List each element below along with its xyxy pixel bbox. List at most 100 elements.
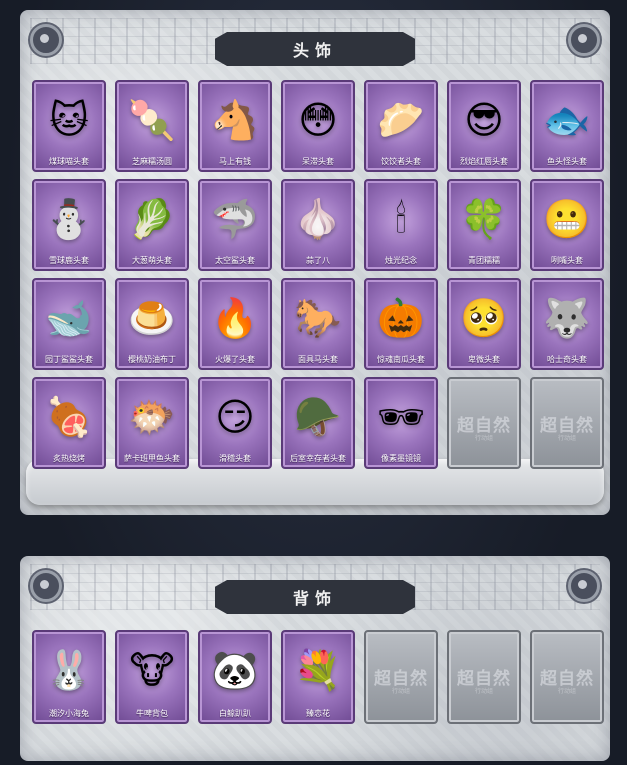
candle-icon: 🕯 [395, 197, 407, 241]
item-card[interactable]: 🦈 太空鲨头套 [198, 179, 272, 271]
item-card[interactable]: ⛄ 雪球鹿头套 [32, 179, 106, 271]
item-card[interactable]: 😏 滑稽头套 [198, 377, 272, 469]
item-label: 芝麻糯汤圆 [132, 157, 172, 166]
item-label: 饺饺者头套 [381, 157, 421, 166]
rice-ball-icon: 🍡 [128, 98, 176, 142]
smirk-face-icon: 😏 [215, 395, 255, 439]
garlic-icon: 🧄 [294, 197, 342, 241]
item-card[interactable]: 😬 咧嘴头套 [530, 179, 604, 271]
item-label: 马上有钱 [219, 157, 251, 166]
item-label: 园丁鲨鲨头套 [45, 355, 93, 364]
item-card[interactable]: 🎃 惊魂南瓜头套 [364, 278, 438, 370]
flower-ornament-icon: 💐 [294, 648, 342, 692]
item-card[interactable]: 🐋 园丁鲨鲨头套 [32, 278, 106, 370]
corner-ornament-icon [568, 570, 600, 602]
item-label: 白鲸趴趴 [219, 709, 251, 718]
item-card[interactable]: 🐺 哈士奇头套 [530, 278, 604, 370]
section-title: 头饰 [215, 32, 415, 66]
horse-mask-icon: 🐎 [294, 296, 342, 340]
item-card[interactable]: 🐎 面具马头套 [281, 278, 355, 370]
empty-slot: 超自然 行动组 [530, 377, 604, 469]
section-title: 背饰 [215, 580, 415, 614]
item-card[interactable]: 🍀 青团糯糯 [447, 179, 521, 271]
sacabambaspis-icon: 🐡 [128, 395, 176, 439]
watermark-sublogo: 行动组 [557, 688, 576, 695]
gray-cat-icon: 🐱 [49, 98, 89, 142]
item-label: 面具马头套 [298, 355, 338, 364]
item-card[interactable]: 🕯 烛光纪念 [364, 179, 438, 271]
item-card[interactable]: 🔥 火爆了头套 [198, 278, 272, 370]
watermark-sublogo: 行动组 [557, 435, 576, 442]
snowman-deer-icon: ⛄ [45, 197, 93, 241]
pumpkin-icon: 🎃 [377, 296, 425, 340]
item-card[interactable]: 🐼 白鲸趴趴 [198, 630, 272, 724]
item-label: 炙热烧烤 [53, 454, 85, 463]
pink-horse-icon: 🐴 [211, 98, 259, 142]
watermark-sublogo: 行动组 [474, 435, 493, 442]
item-card[interactable]: 💐 臻恋花 [281, 630, 355, 724]
item-card[interactable]: 🐮 牛啤背包 [115, 630, 189, 724]
item-label: 鱼头怪头套 [547, 157, 587, 166]
item-card[interactable]: 🐟 鱼头怪头套 [530, 80, 604, 172]
item-label: 太空鲨头套 [215, 256, 255, 265]
item-label: 烛光纪念 [385, 256, 417, 265]
yellow-mouse-sunglasses-icon: 😎 [464, 98, 504, 142]
item-card[interactable]: 🐰 潮汐小海兔 [32, 630, 106, 724]
item-label: 牛啤背包 [136, 709, 168, 718]
grinning-face-icon: 😬 [543, 197, 591, 241]
gardener-shark-icon: 🐋 [45, 296, 93, 340]
item-card[interactable]: 🥺 卑微头套 [447, 278, 521, 370]
empty-slot: 超自然 行动组 [530, 630, 604, 724]
item-label: 萨卡班甲鱼头套 [124, 454, 180, 463]
item-label: 蒜了八 [306, 256, 330, 265]
item-label: 卑微头套 [468, 355, 500, 364]
empty-slot: 超自然 行动组 [364, 630, 438, 724]
husky-sunglasses-icon: 🐺 [543, 296, 591, 340]
item-label: 火爆了头套 [215, 355, 255, 364]
item-card[interactable]: 🍡 芝麻糯汤圆 [115, 80, 189, 172]
watermark-sublogo: 行动组 [474, 688, 493, 695]
item-card[interactable]: 😳 呆滞头套 [281, 80, 355, 172]
headwear-grid: 🐱 煤球喵头套 🍡 芝麻糯汤圆 🐴 马上有钱 😳 呆滞头套 🥟 饺饺者头套 😎 烈焰红唇头套 🐟 鱼头怪头… [32, 80, 604, 469]
item-label: 哈士奇头套 [547, 355, 587, 364]
item-label: 咧嘴头套 [551, 256, 583, 265]
panda-plush-icon: 🐼 [211, 648, 259, 692]
item-card[interactable]: 🪖 后室幸存者头套 [281, 377, 355, 469]
item-card[interactable]: 🐱 煤球喵头套 [32, 80, 106, 172]
dazed-face-icon: 😳 [298, 98, 338, 142]
blue-sea-rabbit-icon: 🐰 [45, 648, 93, 692]
watermark-sublogo: 行动组 [391, 688, 410, 695]
item-card[interactable]: 🍖 炙热烧烤 [32, 377, 106, 469]
item-card[interactable]: 😎 烈焰红唇头套 [447, 80, 521, 172]
item-label: 滑稽头套 [219, 454, 251, 463]
item-label: 雪球鹿头套 [49, 256, 89, 265]
item-label: 煤球喵头套 [49, 157, 89, 166]
empty-slot: 超自然 行动组 [447, 630, 521, 724]
item-card[interactable]: 🕶 像素墨镜镜 [364, 377, 438, 469]
bbq-skewer-icon: 🍖 [45, 395, 93, 439]
cow-beer-backpack-icon: 🐮 [129, 648, 175, 692]
item-label: 青团糯糯 [468, 256, 500, 265]
item-card[interactable]: 🥬 大葱萌头套 [115, 179, 189, 271]
cherry-pudding-icon: 🍮 [128, 296, 176, 340]
dumpling-icon: 🥟 [377, 98, 425, 142]
pixel-sunglasses-icon: 🕶 [376, 395, 426, 439]
gas-mask-helmet-icon: 🪖 [294, 395, 342, 439]
humble-face-icon: 🥺 [460, 296, 508, 340]
item-card[interactable]: 🐴 马上有钱 [198, 80, 272, 172]
item-label: 樱桃奶油布丁 [128, 355, 176, 364]
item-label: 潮汐小海兔 [49, 709, 89, 718]
back-decoration-grid: 🐰 潮汐小海兔 🐮 牛啤背包 🐼 白鲸趴趴 💐 臻恋花 超自然 行动组 超自然 行动组 超自然 行动组 [32, 630, 604, 724]
fish-head-icon: 🐟 [543, 98, 591, 142]
item-label: 像素墨镜镜 [381, 454, 421, 463]
item-card[interactable]: 🐡 萨卡班甲鱼头套 [115, 377, 189, 469]
item-label: 大葱萌头套 [132, 256, 172, 265]
item-label: 烈焰红唇头套 [460, 157, 508, 166]
item-card[interactable]: 🍮 樱桃奶油布丁 [115, 278, 189, 370]
item-card[interactable]: 🥟 饺饺者头套 [364, 80, 438, 172]
green-dumpling-icon: 🍀 [460, 197, 508, 241]
item-label: 呆滞头套 [302, 157, 334, 166]
space-shark-icon: 🦈 [211, 197, 259, 241]
corner-ornament-icon [568, 24, 600, 56]
item-card[interactable]: 🧄 蒜了八 [281, 179, 355, 271]
